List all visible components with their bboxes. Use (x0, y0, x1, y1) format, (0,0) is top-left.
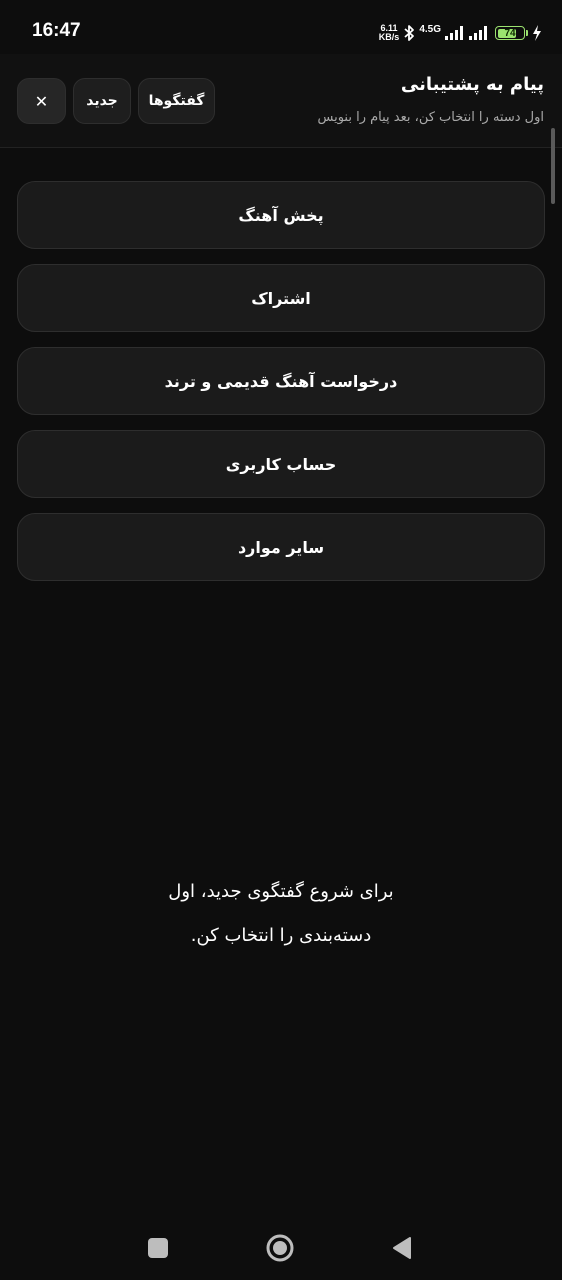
page-title: پیام به پشتیبانی (400, 74, 544, 95)
category-subscription[interactable]: اشتراک (17, 264, 545, 332)
status-bar: 16:47 6.11 KB/s 4.5G 74 (0, 0, 562, 54)
home-button[interactable] (262, 1230, 298, 1266)
bluetooth-icon (403, 24, 415, 42)
scrollbar[interactable] (551, 128, 555, 204)
charging-icon (532, 25, 542, 41)
empty-hint-line-2: دسته‌بندی را انتخاب کن. (190, 925, 372, 946)
new-button[interactable]: جدید (73, 78, 131, 124)
battery-icon: 74 (495, 26, 525, 40)
square-icon (148, 1238, 168, 1258)
system-nav-bar (0, 1214, 562, 1280)
category-music-playback[interactable]: پخش آهنگ (17, 181, 545, 249)
battery-level: 74 (504, 27, 516, 39)
close-button[interactable]: ✕ (17, 78, 66, 124)
signal-icon-2 (469, 26, 491, 40)
support-header: پیام به پشتیبانی اول دسته را انتخاب کن، … (0, 54, 562, 148)
empty-hint-line-1: برای شروع گفتگوی جدید، اول (168, 881, 394, 902)
signal-icon (445, 26, 465, 40)
network-type: 4.5G (419, 24, 441, 35)
close-icon: ✕ (34, 91, 49, 111)
triangle-icon (393, 1237, 411, 1259)
back-button[interactable] (384, 1230, 420, 1266)
network-speed: 6.11 KB/s (379, 24, 400, 42)
conversations-button[interactable]: گفتگوها (138, 78, 215, 124)
recents-button[interactable] (140, 1230, 176, 1266)
page-subtitle: اول دسته را انتخاب کن، بعد پیام را بنویس (317, 110, 544, 125)
category-song-request[interactable]: درخواست آهنگ قدیمی و ترند (17, 347, 545, 415)
category-other[interactable]: سایر موارد (17, 513, 545, 581)
network-speed-unit: KB/s (378, 32, 400, 42)
category-user-account[interactable]: حساب کاربری (17, 430, 545, 498)
category-list: پخش آهنگ اشتراک درخواست آهنگ قدیمی و ترن… (17, 181, 545, 596)
status-icons: 6.11 KB/s 4.5G 74 (379, 22, 542, 44)
empty-state-hint: برای شروع گفتگوی جدید، اول دسته‌بندی را … (0, 870, 562, 958)
circle-icon (266, 1234, 294, 1262)
status-time: 16:47 (32, 20, 81, 41)
battery-tip (526, 30, 528, 36)
